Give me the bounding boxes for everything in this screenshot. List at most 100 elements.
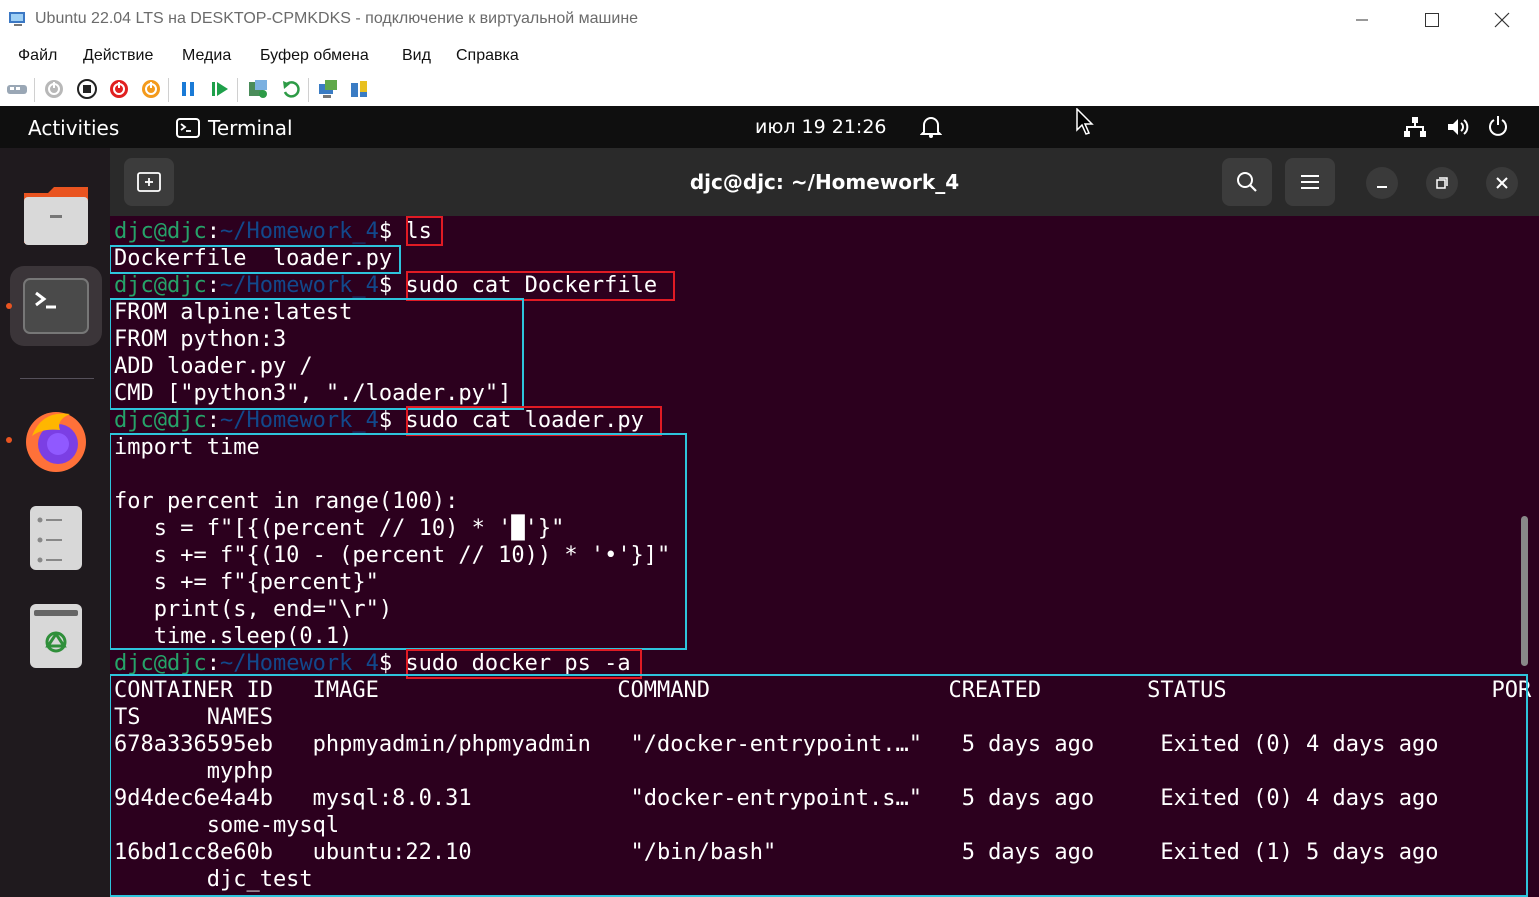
share-button[interactable] <box>348 78 370 100</box>
maximize-icon <box>1425 13 1439 27</box>
notification-bell-icon[interactable] <box>920 115 942 139</box>
checkpoint-icon <box>249 80 267 98</box>
menu-action[interactable]: Действие <box>83 47 153 65</box>
dock-firefox[interactable] <box>6 400 102 480</box>
ctrl-alt-del-button[interactable] <box>6 78 28 100</box>
prompt-user: djc@djc <box>114 408 207 433</box>
enhanced-session-button[interactable] <box>317 78 339 100</box>
highlight-box-cyan <box>110 433 687 650</box>
gnome-top-bar: Activities Terminal июл 19 21:26 <box>0 106 1539 148</box>
search-icon <box>1237 172 1257 192</box>
start-button[interactable] <box>43 78 65 100</box>
revert-icon <box>283 81 300 98</box>
prompt-user: djc@djc <box>114 651 207 676</box>
close-icon <box>1496 177 1508 189</box>
terminal-minimize-button[interactable] <box>1366 167 1398 199</box>
host-menubar: Файл Действие Медиа Буфер обмена Вид Спр… <box>0 40 1539 72</box>
save-button[interactable] <box>140 78 162 100</box>
prompt-dollar: $ <box>378 273 393 298</box>
prompt-colon: : <box>206 273 220 298</box>
clock[interactable]: июл 19 21:26 <box>755 116 887 138</box>
trash-icon <box>30 604 82 668</box>
prompt-path: ~/Homework_4 <box>219 273 379 298</box>
mouse-pointer-icon <box>1076 108 1094 135</box>
prompt-path: ~/Homework_4 <box>219 219 379 244</box>
restore-icon <box>1436 177 1448 189</box>
highlight-box-cyan <box>110 674 1528 897</box>
close-button[interactable] <box>1467 0 1537 40</box>
files-icon <box>24 187 88 245</box>
share-icon <box>351 81 367 97</box>
minimize-icon <box>1356 19 1368 21</box>
terminal-restore-button[interactable] <box>1426 167 1458 199</box>
host-titlebar: Ubuntu 22.04 LTS на DESKTOP-CPMKDKS - по… <box>0 0 1539 40</box>
terminal-output[interactable]: djc@djc:~/Homework_4$ ls Dockerfile load… <box>110 216 1539 897</box>
turn-off-icon <box>77 79 97 99</box>
running-indicator <box>6 437 12 443</box>
prompt-colon: : <box>206 408 220 433</box>
prompt-dollar: $ <box>378 219 393 244</box>
network-icon[interactable] <box>1403 116 1427 138</box>
host-window-title: Ubuntu 22.04 LTS на DESKTOP-CPMKDKS - по… <box>35 10 639 27</box>
close-icon <box>1494 12 1510 28</box>
dock-terminal[interactable] <box>6 266 102 346</box>
highlight-box-cyan <box>110 298 524 410</box>
prompt-dollar: $ <box>378 408 393 433</box>
terminal-close-button[interactable] <box>1486 167 1518 199</box>
menu-media[interactable]: Медиа <box>182 47 231 65</box>
shutdown-icon <box>110 80 128 98</box>
power-icon[interactable] <box>1487 115 1509 137</box>
terminal-small-icon <box>176 118 200 138</box>
dock-libreoffice[interactable] <box>10 498 102 578</box>
prompt-dollar: $ <box>378 651 393 676</box>
turn-off-button[interactable] <box>76 78 98 100</box>
firefox-icon <box>26 412 86 472</box>
menu-clipboard[interactable]: Буфер обмена <box>260 47 369 65</box>
hamburger-icon <box>1301 175 1319 189</box>
terminal-header-bar: djc@djc: ~/Homework_4 <box>110 148 1539 216</box>
highlight-box-red <box>406 216 443 246</box>
start-icon <box>45 80 63 98</box>
prompt-path: ~/Homework_4 <box>219 408 379 433</box>
activities-button[interactable]: Activities <box>28 116 119 140</box>
resume-button[interactable] <box>209 78 231 100</box>
terminal-icon <box>23 278 89 334</box>
app-menu[interactable]: Terminal <box>176 116 293 140</box>
save-icon <box>142 80 160 98</box>
maximize-button[interactable] <box>1397 0 1467 40</box>
prompt-user: djc@djc <box>114 219 207 244</box>
minimize-icon <box>1377 186 1387 188</box>
dock-separator <box>20 378 94 379</box>
libreoffice-icon <box>30 506 82 570</box>
scrollbar[interactable] <box>1521 516 1528 666</box>
dock <box>0 148 110 897</box>
minimize-button[interactable] <box>1327 0 1397 40</box>
volume-icon[interactable] <box>1446 116 1470 138</box>
dock-files[interactable] <box>10 176 102 256</box>
shutdown-button[interactable] <box>108 78 130 100</box>
app-menu-label: Terminal <box>208 116 293 140</box>
dock-trash[interactable] <box>10 596 102 676</box>
search-button[interactable] <box>1222 158 1272 206</box>
prompt-line: djc@djc:~/Homework_4$ ls <box>114 218 432 245</box>
running-indicator <box>6 303 12 309</box>
pause-icon <box>182 82 194 96</box>
vm-connection-icon <box>9 12 25 26</box>
revert-button[interactable] <box>280 78 302 100</box>
highlight-box-cyan <box>110 245 401 274</box>
enhanced-session-icon <box>319 80 337 98</box>
ctrl-alt-del-icon <box>7 85 27 94</box>
prompt-user: djc@djc <box>114 273 207 298</box>
pause-button[interactable] <box>177 78 199 100</box>
menu-view[interactable]: Вид <box>402 47 431 65</box>
prompt-path: ~/Homework_4 <box>219 651 379 676</box>
checkpoint-button[interactable] <box>247 78 269 100</box>
prompt-colon: : <box>206 651 220 676</box>
highlight-box-red <box>406 406 662 436</box>
menu-help[interactable]: Справка <box>456 47 519 65</box>
highlight-box-red <box>406 271 675 301</box>
menu-file[interactable]: Файл <box>18 47 57 65</box>
hamburger-menu-button[interactable] <box>1285 158 1335 206</box>
resume-icon <box>212 82 228 96</box>
host-toolbar <box>0 72 1539 106</box>
